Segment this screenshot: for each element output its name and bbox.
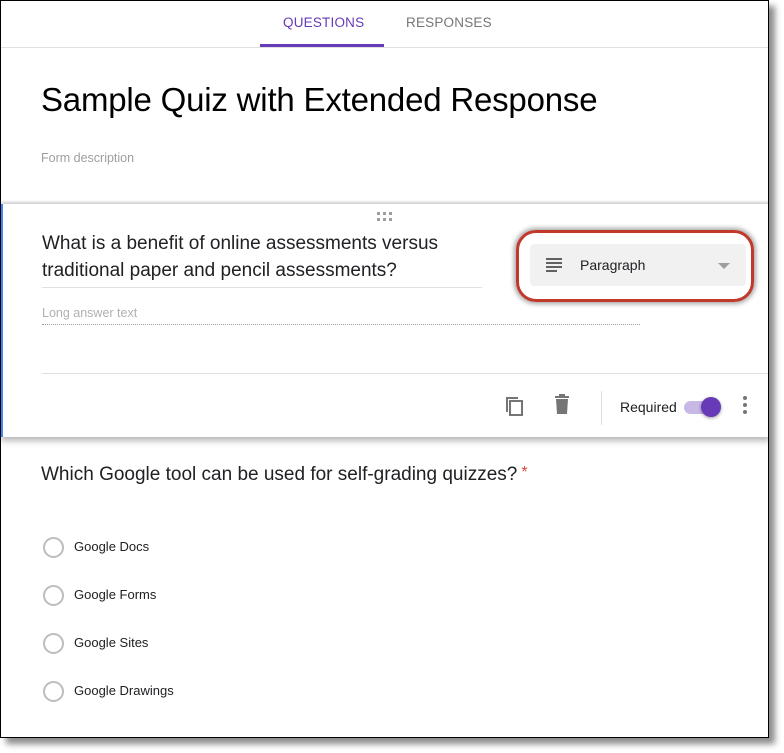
option-label: Google Docs [74, 539, 150, 554]
vertical-separator [601, 391, 602, 425]
question-2-title[interactable]: Which Google tool can be used for self-g… [41, 464, 528, 486]
tab-questions[interactable]: QUESTIONS [283, 15, 364, 30]
option-label: Google Drawings [74, 683, 174, 698]
drag-handle-icon[interactable] [377, 212, 393, 222]
paragraph-icon [546, 258, 562, 272]
trash-icon [555, 394, 569, 414]
form-editor-window: QUESTIONS RESPONSES Sample Quiz with Ext… [0, 0, 769, 738]
card-divider [42, 373, 768, 374]
dropdown-arrow-icon [718, 263, 730, 269]
option-label: Google Forms [74, 587, 157, 602]
active-tab-indicator [260, 44, 384, 47]
question-title-input[interactable]: What is a benefit of online assessments … [42, 230, 482, 288]
option-label: Google Sites [74, 635, 149, 650]
required-asterisk: * [521, 464, 528, 481]
radio-icon[interactable] [43, 633, 64, 654]
question-type-label: Paragraph [580, 257, 646, 273]
question-type-dropdown[interactable]: Paragraph [530, 244, 746, 286]
copy-icon [506, 397, 523, 416]
long-answer-placeholder: Long answer text [42, 306, 640, 325]
form-title[interactable]: Sample Quiz with Extended Response [41, 81, 598, 119]
more-options-button[interactable] [742, 396, 748, 416]
tab-responses[interactable]: RESPONSES [406, 15, 492, 30]
required-label: Required [620, 399, 677, 415]
question-card-active[interactable]: What is a benefit of online assessments … [1, 204, 768, 437]
more-vert-icon [743, 396, 747, 400]
toggle-thumb [701, 397, 721, 417]
radio-icon[interactable] [43, 681, 64, 702]
duplicate-button[interactable] [503, 394, 525, 416]
tab-bar: QUESTIONS RESPONSES [1, 1, 768, 48]
radio-icon[interactable] [43, 537, 64, 558]
delete-button[interactable] [553, 394, 571, 414]
form-description-input[interactable]: Form description [41, 151, 134, 165]
question-2-text: Which Google tool can be used for self-g… [41, 464, 518, 485]
radio-icon[interactable] [43, 585, 64, 606]
required-toggle[interactable] [684, 396, 722, 418]
